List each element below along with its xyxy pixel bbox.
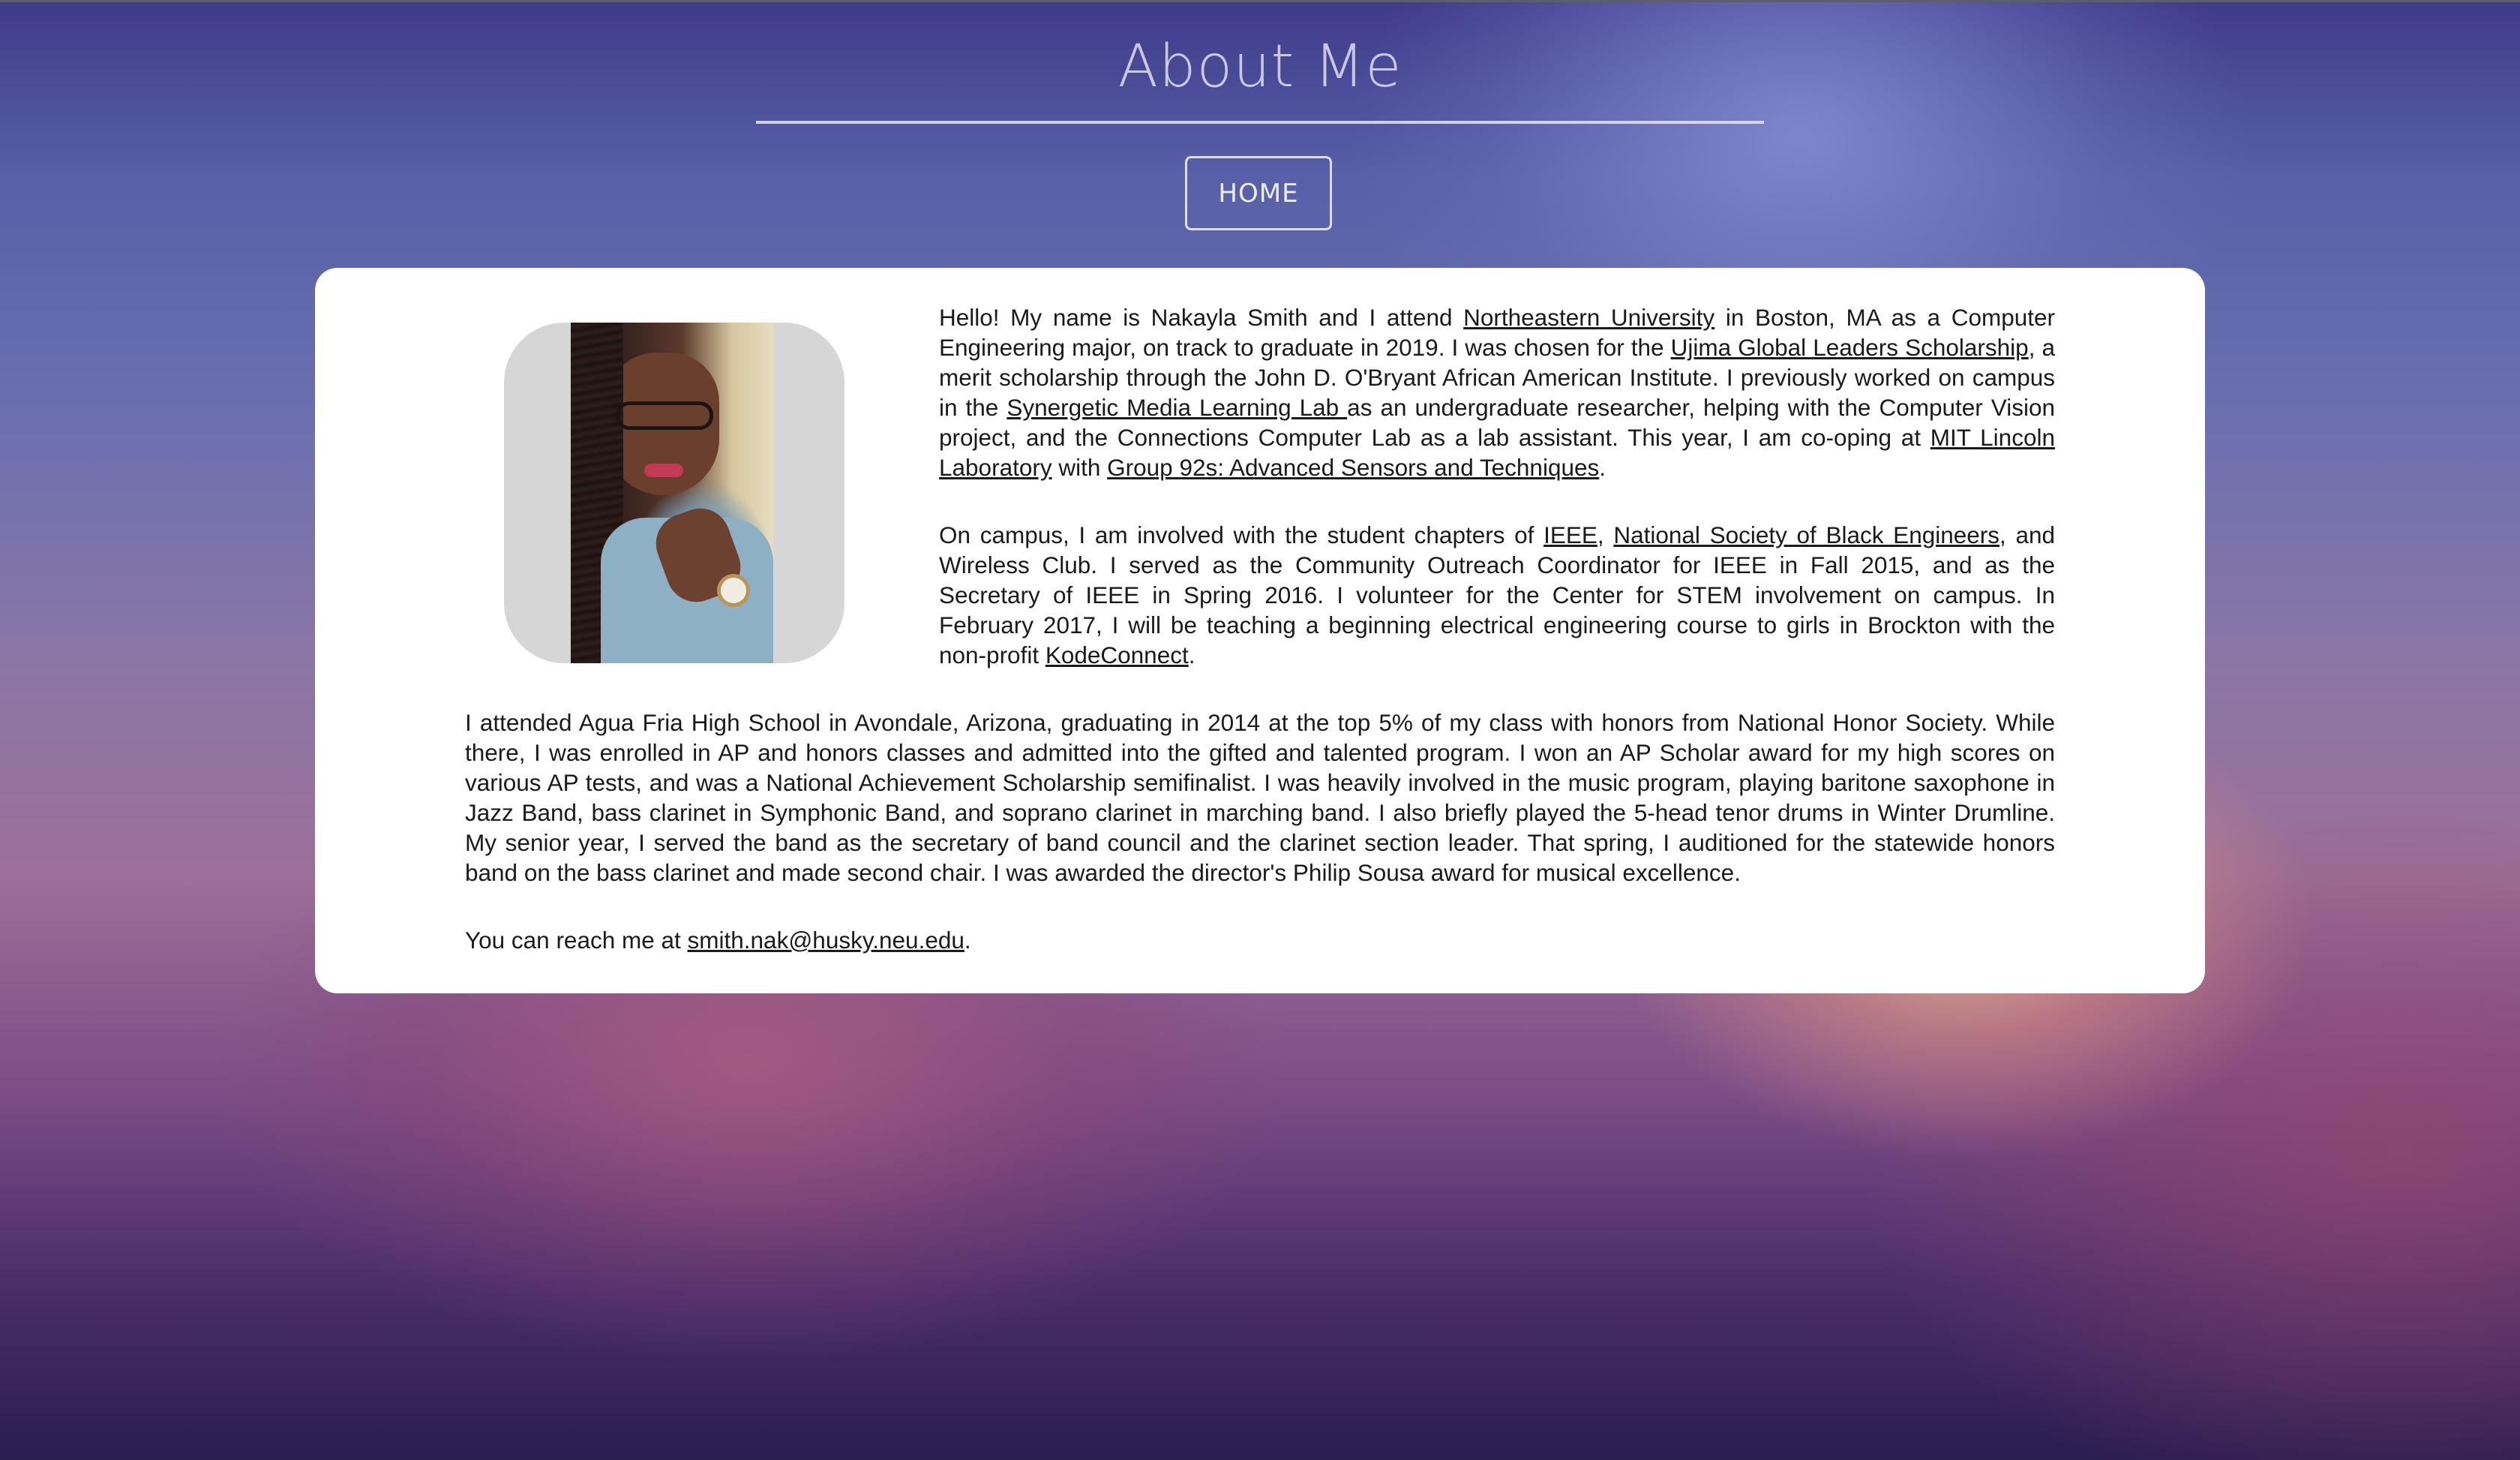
link-nsbe[interactable]: National Society of Black Engineers [1613,521,2000,548]
link-group-92s[interactable]: Group 92s: Advanced Sensors and Techniqu… [1107,454,1599,481]
bio-text: , [1597,521,1614,548]
photo-lips [644,464,683,477]
link-ieee[interactable]: IEEE [1544,521,1598,548]
home-button[interactable]: HOME [1185,156,1332,230]
bio-paragraph-intro: Hello! My name is Nakayla Smith and I at… [939,302,2055,482]
contact-text: You can reach me at [465,927,688,954]
contact-paragraph: You can reach me at smith.nak@husky.neu.… [465,925,2055,955]
photo-glasses [616,401,713,430]
link-kodeconnect[interactable]: KodeConnect [1046,641,1189,668]
profile-photo-frame [504,323,844,663]
bio-paragraph-campus: On campus, I am involved with the studen… [939,520,2055,670]
link-northeastern[interactable]: Northeastern University [1463,304,1714,331]
page-title: About Me [1118,33,1402,101]
bio-text: with [1052,454,1108,481]
link-synergetic-lab[interactable]: Synergetic Media Learning Lab [1006,394,1347,421]
bio-paragraph-highschool: I attended Agua Fria High School in Avon… [465,709,2055,886]
bio-text: On campus, I am involved with the studen… [939,521,1544,548]
profile-photo [571,323,773,663]
top-border [0,0,2520,2]
email-link[interactable]: smith.nak@husky.neu.edu [688,927,964,954]
title-divider [756,121,1764,124]
bio-text: Hello! My name is Nakayla Smith and I at… [939,304,1464,331]
bio-text: . [1599,454,1606,481]
bio-text: . [1188,641,1196,668]
photo-watch [717,574,750,607]
link-ujima-scholarship[interactable]: Ujima Global Leaders Scholarship [1671,334,2029,361]
contact-text: . [964,927,971,954]
